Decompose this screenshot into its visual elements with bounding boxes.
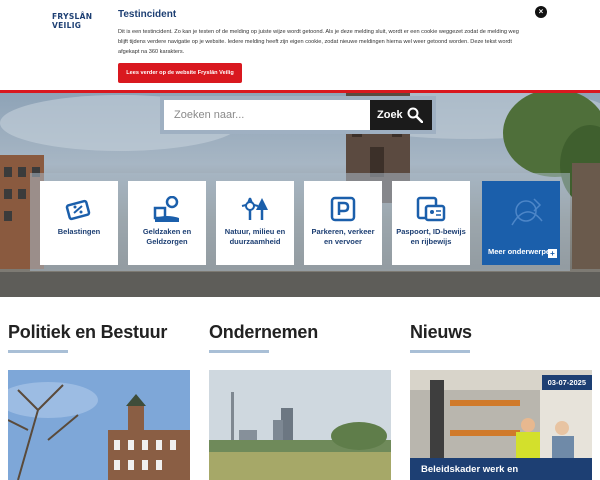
card-nieuws[interactable]: 03-07-2025 Beleidskader werk en — [410, 370, 592, 480]
fryslan-veilig-logo[interactable]: FRYSLÂN VEILIG — [52, 12, 96, 30]
nature-icon — [240, 195, 270, 225]
tile-label: Meer onderwerpen — [488, 247, 555, 256]
topic-tiles: Belastingen Geldzaken en Geldzorgen Natu… — [30, 173, 570, 271]
search-button-label: Zoek — [377, 109, 403, 121]
decoration-icon — [511, 198, 543, 226]
plus-icon: + — [548, 249, 557, 258]
logo-line2: VEILIG — [52, 21, 82, 30]
read-more-button[interactable]: Lees verder op de website Fryslân Veilig — [118, 63, 242, 83]
section-title: Nieuws — [410, 322, 472, 342]
money-icon — [152, 195, 182, 225]
tile-label: Geldzaken en Geldzorgen — [142, 227, 192, 246]
tile-label: Natuur, milieu en duurzaamheid — [224, 227, 286, 246]
tile-meer-onderwerpen[interactable]: Meer onderwerpen + — [482, 181, 560, 265]
id-card-icon — [416, 195, 446, 225]
tile-label: Parkeren, verkeer en vervoer — [311, 227, 375, 246]
search-button[interactable]: Zoek — [370, 100, 432, 130]
section-title: Ondernemen — [209, 322, 319, 342]
section-nieuws: Nieuws — [410, 322, 472, 353]
tile-belastingen[interactable]: Belastingen — [40, 181, 118, 265]
incident-title: Testincident — [118, 9, 177, 20]
parking-icon — [330, 195, 356, 225]
card-politiek-image[interactable] — [8, 370, 190, 480]
tile-geldzaken[interactable]: Geldzaken en Geldzorgen — [128, 181, 206, 265]
search-icon — [407, 107, 423, 123]
section-underline — [209, 350, 269, 353]
logo-line1: FRYSLÂN — [52, 12, 93, 21]
tile-paspoort[interactable]: Paspoort, ID-bewijs en rijbewijs — [392, 181, 470, 265]
incident-text: Dit is een testincident. Zo kan je teste… — [118, 29, 519, 55]
hero: Zoeken naar... Zoek Belastingen Geldzake… — [0, 93, 600, 297]
section-underline — [410, 350, 470, 353]
section-ondernemen: Ondernemen — [209, 322, 318, 353]
close-icon[interactable]: × — [535, 6, 547, 18]
skyline-photo — [209, 370, 391, 480]
tile-natuur[interactable]: Natuur, milieu en duurzaamheid — [216, 181, 294, 265]
section-politiek: Politiek en Bestuur — [8, 322, 167, 353]
news-date-badge: 03-07-2025 — [541, 375, 592, 390]
tile-label: Paspoort, ID-bewijs en rijbewijs — [396, 227, 466, 246]
town-hall-photo — [8, 370, 190, 480]
search-bar: Zoeken naar... Zoek — [160, 96, 436, 134]
tax-icon — [64, 195, 94, 225]
search-input[interactable]: Zoeken naar... — [164, 100, 370, 130]
tile-parkeren[interactable]: Parkeren, verkeer en vervoer — [304, 181, 382, 265]
incident-banner: FRYSLÂN VEILIG Testincident Dit is een t… — [0, 0, 600, 90]
section-underline — [8, 350, 68, 353]
tile-label: Belastingen — [57, 227, 101, 236]
section-title: Politiek en Bestuur — [8, 322, 168, 342]
news-title[interactable]: Beleidskader werk en — [410, 458, 592, 480]
card-ondernemen-image[interactable] — [209, 370, 391, 480]
